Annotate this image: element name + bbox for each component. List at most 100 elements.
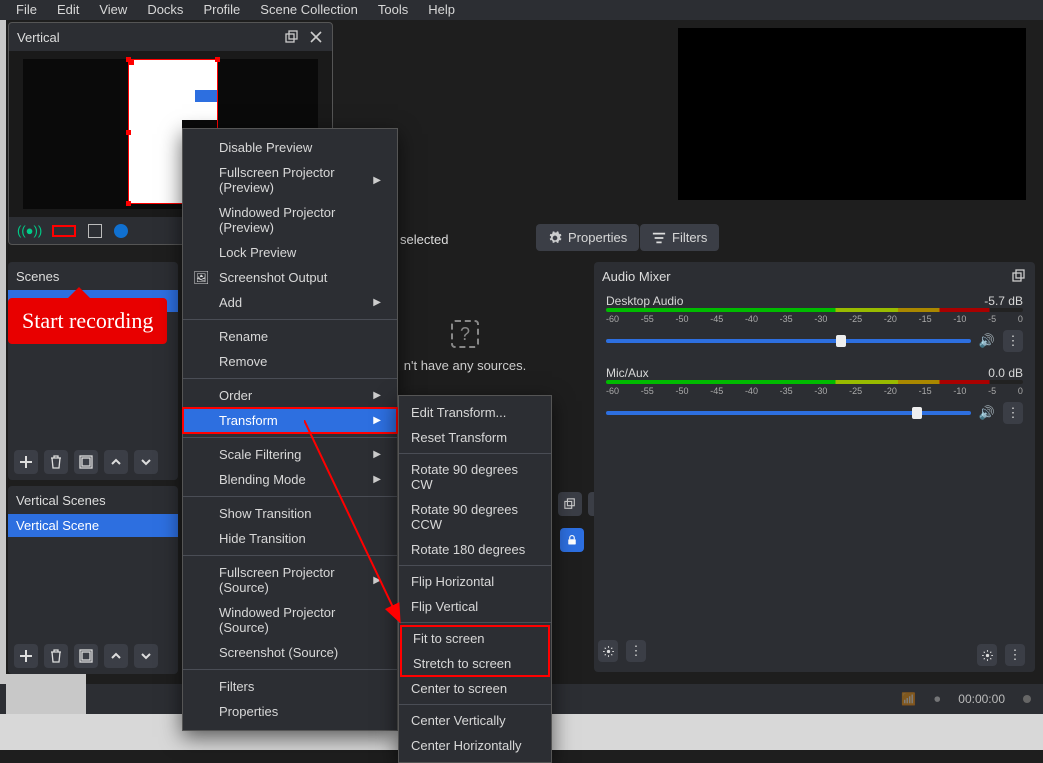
program-preview[interactable] — [678, 28, 1026, 200]
ctx-filters[interactable]: Filters — [183, 674, 397, 699]
close-icon[interactable] — [308, 29, 324, 45]
menu-profile[interactable]: Profile — [195, 2, 248, 18]
sub-flip-horizontal[interactable]: Flip Horizontal — [399, 569, 551, 594]
sub-rotate-90-ccw[interactable]: Rotate 90 degrees CCW — [399, 497, 551, 537]
filters-icon — [652, 231, 666, 245]
chevron-up-icon — [110, 650, 122, 662]
gear-icon — [981, 649, 994, 662]
menu-scene-collection[interactable]: Scene Collection — [252, 2, 366, 18]
chevron-down-icon — [140, 650, 152, 662]
volume-slider[interactable] — [606, 339, 971, 343]
menu-help[interactable]: Help — [420, 2, 463, 18]
volume-slider[interactable] — [606, 411, 971, 415]
gear-icon — [548, 231, 562, 245]
speaker-icon[interactable]: 🔊 — [979, 405, 995, 421]
stop-button[interactable] — [88, 224, 102, 238]
scene-filters-button[interactable] — [74, 450, 98, 474]
menu-file[interactable]: File — [8, 2, 45, 18]
sub-center-horizontally[interactable]: Center Horizontally — [399, 733, 551, 758]
filters-button[interactable]: Filters — [640, 224, 719, 251]
remove-vscene-button[interactable] — [44, 644, 68, 668]
sub-flip-vertical[interactable]: Flip Vertical — [399, 594, 551, 619]
properties-button[interactable]: Properties — [536, 224, 639, 251]
virtual-cam-button[interactable] — [114, 224, 128, 238]
audio-channel-desktop: Desktop Audio-5.7 dB -60-55-50-45-40-35-… — [594, 290, 1035, 362]
ctx-show-transition[interactable]: Show Transition — [183, 501, 397, 526]
plus-icon — [19, 455, 33, 469]
sub-center-vertically[interactable]: Center Vertically — [399, 708, 551, 733]
window-edge — [0, 20, 6, 714]
move-scene-up-button[interactable] — [104, 450, 128, 474]
menu-edit[interactable]: Edit — [49, 2, 87, 18]
audio-meter — [606, 308, 1023, 312]
scenes-panel: Scenes — [8, 262, 178, 480]
sub-reset-transform[interactable]: Reset Transform — [399, 425, 551, 450]
ctx-rename[interactable]: Rename — [183, 324, 397, 349]
sources-settings-button[interactable] — [598, 640, 618, 662]
ctx-disable-preview[interactable]: Disable Preview — [183, 135, 397, 160]
ctx-blending-mode[interactable]: Blending Mode▶ — [183, 467, 397, 492]
ctx-remove[interactable]: Remove — [183, 349, 397, 374]
audio-channel-mic: Mic/Aux0.0 dB -60-55-50-45-40-35-30-25-2… — [594, 362, 1035, 434]
vscene-filters-button[interactable] — [74, 644, 98, 668]
popout-icon[interactable] — [284, 29, 300, 45]
annotation-callout: Start recording — [8, 298, 167, 344]
ctx-screenshot-output[interactable]: 🖼Screenshot Output — [183, 265, 397, 290]
menu-tools[interactable]: Tools — [370, 2, 416, 18]
channel-name: Mic/Aux — [606, 366, 649, 380]
sources-empty-icon: ? — [451, 320, 479, 348]
menu-docks[interactable]: Docks — [139, 2, 191, 18]
ctx-windowed-preview[interactable]: Windowed Projector (Preview) — [183, 200, 397, 240]
scene-filters-icon — [79, 455, 93, 469]
audio-popout-icon[interactable] — [1011, 268, 1027, 284]
audio-menu-button[interactable]: ⋮ — [1005, 644, 1025, 666]
source-popout-icon[interactable] — [558, 492, 582, 516]
remove-scene-button[interactable] — [44, 450, 68, 474]
ctx-add[interactable]: Add▶ — [183, 290, 397, 315]
add-scene-button[interactable] — [14, 450, 38, 474]
sources-menu-button[interactable]: ⋮ — [626, 640, 646, 662]
move-vscene-up-button[interactable] — [104, 644, 128, 668]
menu-bar: File Edit View Docks Profile Scene Colle… — [0, 0, 1043, 20]
ctx-fullscreen-preview[interactable]: Fullscreen Projector (Preview)▶ — [183, 160, 397, 200]
audio-settings-button[interactable] — [977, 644, 997, 666]
channel-menu-button[interactable]: ⋮ — [1003, 330, 1023, 352]
ctx-lock-preview[interactable]: Lock Preview — [183, 240, 397, 265]
scenes-title: Scenes — [16, 269, 59, 284]
sub-rotate-180[interactable]: Rotate 180 degrees — [399, 537, 551, 562]
sub-center-to-screen[interactable]: Center to screen — [399, 676, 551, 701]
ctx-hide-transition[interactable]: Hide Transition — [183, 526, 397, 551]
ctx-order[interactable]: Order▶ — [183, 383, 397, 408]
vertical-scenes-title: Vertical Scenes — [16, 493, 106, 508]
ctx-properties[interactable]: Properties — [183, 699, 397, 724]
move-vscene-down-button[interactable] — [134, 644, 158, 668]
channel-menu-button[interactable]: ⋮ — [1003, 402, 1023, 424]
context-menu: Disable Preview Fullscreen Projector (Pr… — [182, 128, 398, 731]
ctx-screenshot-source[interactable]: Screenshot (Source) — [183, 640, 397, 665]
chevron-up-icon — [110, 456, 122, 468]
sub-stretch-to-screen[interactable]: Stretch to screen — [401, 651, 549, 676]
meter-scale: -60-55-50-45-40-35-30-25-20-15-10-50 — [606, 314, 1023, 324]
stream-indicator-icon[interactable]: ((●)) — [17, 223, 42, 238]
vertical-scene-row[interactable]: Vertical Scene — [8, 514, 178, 537]
menu-view[interactable]: View — [91, 2, 135, 18]
ctx-fullscreen-source[interactable]: Fullscreen Projector (Source)▶ — [183, 560, 397, 600]
scene-filters-icon — [79, 649, 93, 663]
lock-button[interactable] — [560, 528, 584, 552]
add-vscene-button[interactable] — [14, 644, 38, 668]
ctx-windowed-source[interactable]: Windowed Projector (Source) — [183, 600, 397, 640]
sub-fit-to-screen[interactable]: Fit to screen — [401, 626, 549, 651]
screenshot-icon: 🖼 — [193, 270, 210, 286]
sources-empty-state: ? n't have any sources. — [400, 320, 530, 373]
ctx-scale-filtering[interactable]: Scale Filtering▶ — [183, 442, 397, 467]
speaker-icon[interactable]: 🔊 — [979, 333, 995, 349]
sub-edit-transform[interactable]: Edit Transform... — [399, 400, 551, 425]
properties-label: Properties — [568, 230, 627, 245]
record-button[interactable] — [52, 225, 76, 237]
status-time: 00:00:00 — [958, 692, 1005, 706]
gear-icon — [602, 645, 615, 658]
move-scene-down-button[interactable] — [134, 450, 158, 474]
ctx-transform[interactable]: Transform▶ — [183, 408, 397, 433]
channel-level: 0.0 dB — [988, 366, 1023, 380]
sub-rotate-90-cw[interactable]: Rotate 90 degrees CW — [399, 457, 551, 497]
